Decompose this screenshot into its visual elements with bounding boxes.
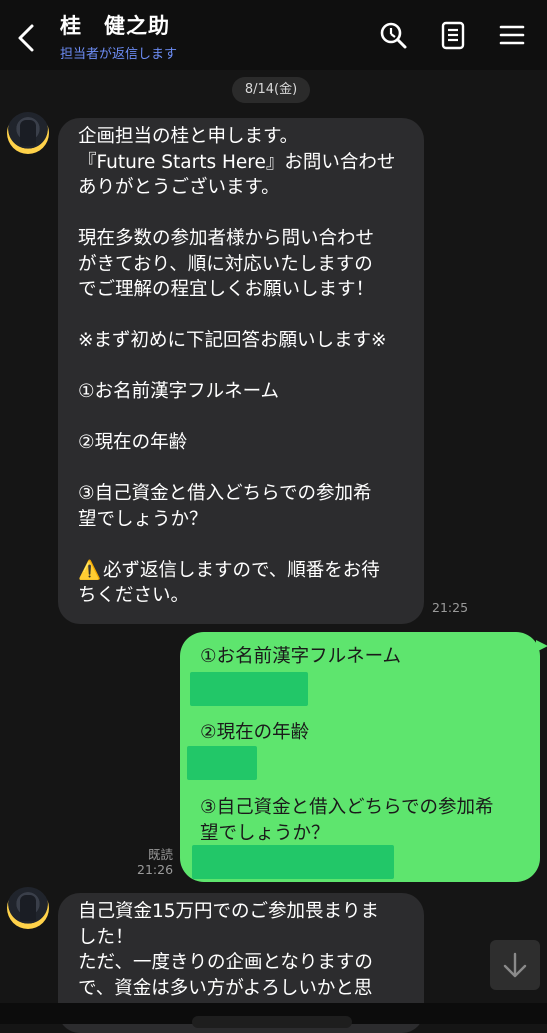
- chat-header: 桂 健之助 担当者が返信します: [0, 0, 547, 70]
- message-bubble-incoming[interactable]: 企画担当の桂と申します。 『Future Starts Here』お問い合わせ …: [58, 118, 424, 624]
- message-line: ①お名前漢字フルネーム: [200, 646, 402, 667]
- message-line: ③自己資金と借入どちらでの参加希: [200, 797, 494, 818]
- chat-title: 桂 健之助: [60, 14, 170, 38]
- message-time: 21:25: [432, 600, 469, 615]
- message-line: がきており、順に対応いたしますの: [78, 253, 373, 275]
- message-line-warning: ⚠️ 必ず返信しますので、順番をお待: [78, 558, 406, 584]
- message-line: 望でしょうか？: [78, 508, 208, 530]
- message-bubble-outgoing[interactable]: ①お名前漢字フルネーム ②現在の年齢 ③自己資金と借入どちらでの参加希 望でしょ…: [180, 632, 547, 882]
- redacted-block: [190, 672, 308, 706]
- message-line: した！: [78, 926, 134, 948]
- message-line: ありがとうございます。: [78, 177, 280, 198]
- menu-icon[interactable]: [496, 18, 528, 52]
- message-line: でご理解の程宜しくお願いします！: [78, 279, 375, 300]
- message-line: ※まず初めに下記回答お願いします※: [78, 330, 387, 351]
- message-line: ③自己資金と借入どちらでの参加希: [78, 483, 372, 504]
- search-icon[interactable]: [378, 18, 410, 52]
- sender-avatar[interactable]: [7, 112, 49, 154]
- message-line: ちください。: [78, 585, 190, 606]
- chat-subtitle: 担当者が返信します: [60, 47, 178, 62]
- home-indicator: [192, 1016, 352, 1028]
- date-separator: 8/14(金): [232, 77, 310, 103]
- message-line: 必ず返信しますので、順番をお待: [103, 559, 380, 581]
- message-line: 現在多数の参加者様から問い合わせ: [78, 228, 375, 249]
- note-icon[interactable]: [437, 18, 469, 52]
- arrow-down-icon: [503, 952, 527, 978]
- message-line: ただ、一度きりの企画となりますの: [78, 952, 373, 973]
- read-receipt: 既読: [148, 847, 174, 862]
- message-time: 21:26: [137, 862, 174, 877]
- redacted-block: [187, 746, 257, 780]
- redacted-block: [192, 845, 394, 879]
- message-line: ②現在の年齢: [200, 722, 310, 743]
- message-line: 企画担当の桂と申します。: [78, 126, 299, 147]
- message-line: で、資金は多い方がよろしいかと思: [78, 977, 373, 999]
- message-line: 望でしょうか？: [200, 823, 330, 844]
- message-line: ②現在の年齢: [78, 432, 188, 453]
- message-line: ①お名前漢字フルネーム: [78, 381, 280, 402]
- message-line: 自己資金15万円でのご参加畏まりま: [78, 901, 380, 922]
- sender-avatar[interactable]: [7, 887, 49, 929]
- scroll-to-bottom-button[interactable]: [490, 940, 540, 990]
- message-line: 『Future Starts Here』お問い合わせ: [78, 151, 396, 173]
- warning-icon: ⚠️: [78, 559, 102, 581]
- back-icon[interactable]: [10, 18, 44, 58]
